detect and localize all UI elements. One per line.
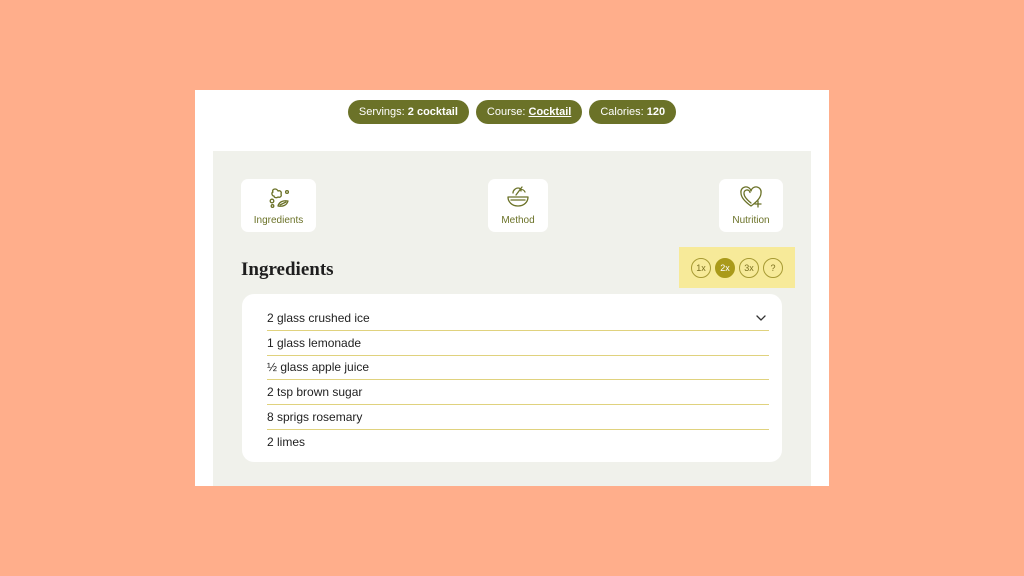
ingredients-list-card: 2 glass crushed ice 1 glass lemonade ½ g… (242, 294, 782, 462)
servings-pill: Servings: 2 cocktail (347, 100, 469, 124)
scale-2x-button[interactable]: 2x (715, 257, 735, 278)
list-item: 2 glass crushed ice (267, 306, 769, 331)
scale-1x-button[interactable]: 1x (691, 257, 711, 278)
ingredient-text: 1 glass lemonade (267, 335, 362, 350)
tab-method[interactable]: Method (488, 179, 548, 232)
course-label: Course: (486, 106, 526, 118)
tab-nutrition-label: Nutrition (732, 215, 770, 226)
recipe-meta-pills: Servings: 2 cocktail Course: Cocktail Ca… (195, 100, 829, 124)
servings-value: 2 cocktail (407, 106, 458, 118)
list-item: 2 limes (267, 430, 769, 455)
calories-pill: Calories: 120 (589, 100, 677, 124)
calories-value: 120 (646, 106, 666, 118)
ingredients-icon (269, 188, 289, 208)
scale-help-button[interactable]: ? (763, 257, 783, 278)
tab-ingredients-label: Ingredients (253, 215, 304, 226)
list-item: 8 sprigs rosemary (267, 405, 769, 430)
tab-nutrition[interactable]: Nutrition (719, 179, 783, 232)
list-item: 1 glass lemonade (267, 331, 769, 356)
serving-scaler: 1x 2x 3x ? (679, 247, 795, 288)
scale-3x-button[interactable]: 3x (739, 257, 759, 278)
ingredient-text: 2 glass crushed ice (267, 310, 370, 325)
ingredient-text: 2 limes (267, 435, 306, 450)
ingredient-text: 8 sprigs rosemary (267, 410, 363, 425)
bowl-whisk-icon (507, 186, 529, 207)
calories-label: Calories: (600, 106, 644, 118)
course-pill: Course: Cocktail (475, 100, 583, 124)
section-title: Ingredients (241, 259, 334, 280)
list-item: 2 tsp brown sugar (267, 380, 769, 406)
servings-label: Servings: (358, 106, 405, 118)
chevron-down-icon[interactable] (755, 312, 767, 324)
tab-ingredients[interactable]: Ingredients (241, 179, 316, 232)
list-item: ½ glass apple juice (267, 356, 769, 381)
recipe-card: Servings: 2 cocktail Course: Cocktail Ca… (195, 90, 829, 486)
ingredients-list: 2 glass crushed ice 1 glass lemonade ½ g… (267, 306, 769, 455)
recipe-panel: Ingredients Method Nutrition Ingredients… (213, 151, 811, 486)
tab-method-label: Method (501, 215, 535, 226)
course-link[interactable]: Cocktail (529, 106, 572, 118)
ingredient-text: ½ glass apple juice (267, 360, 370, 375)
ingredient-text: 2 tsp brown sugar (267, 385, 363, 400)
heart-plus-icon (740, 186, 762, 208)
